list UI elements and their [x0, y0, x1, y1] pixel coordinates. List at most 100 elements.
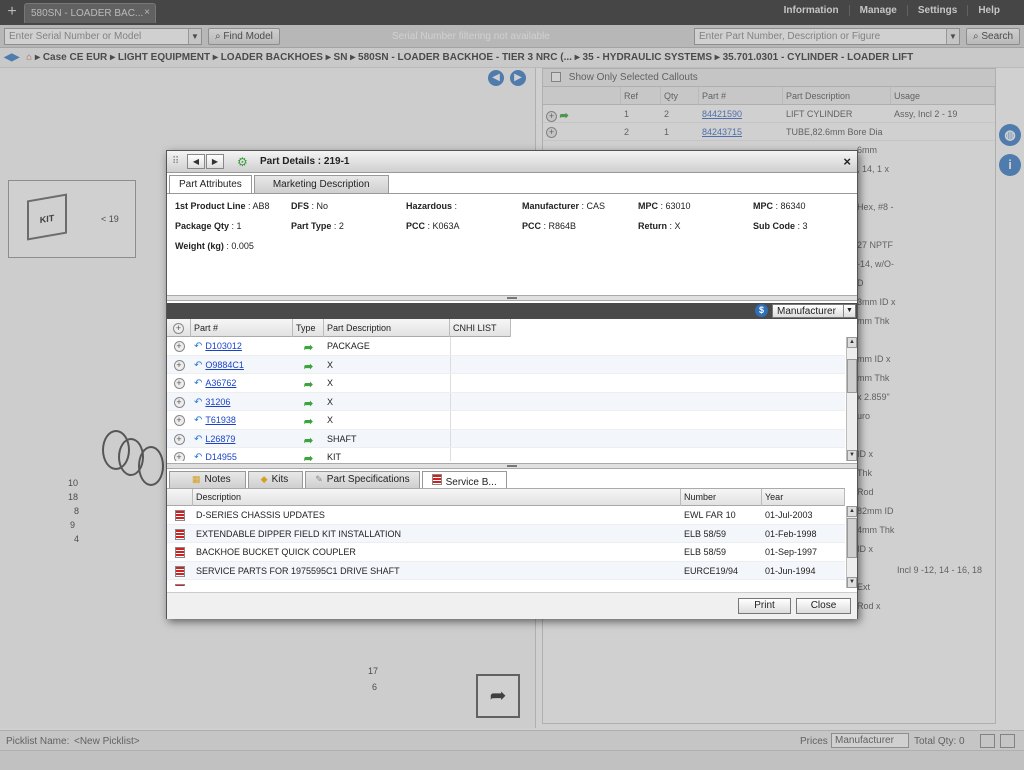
table-row[interactable]: + ↶ 31206 ➦ X: [167, 392, 845, 411]
attribute-label: Part Type: [291, 221, 332, 231]
print-button[interactable]: Print: [738, 598, 791, 614]
row-select[interactable]: +: [167, 356, 191, 374]
col-number[interactable]: Number: [681, 489, 762, 506]
col-type[interactable]: Type: [293, 319, 324, 337]
panel-splitter[interactable]: [167, 295, 857, 301]
close-icon[interactable]: ×: [843, 154, 851, 169]
cell-part-number[interactable]: ↶ T61938: [191, 411, 293, 429]
attribute-item: Package Qty : 1: [175, 221, 242, 231]
row-select[interactable]: +: [167, 448, 191, 461]
col-select[interactable]: +: [167, 319, 191, 337]
next-part-button[interactable]: ▶: [206, 154, 224, 169]
add-icon[interactable]: +: [173, 323, 184, 334]
cell-part-number[interactable]: ↶ D14955: [191, 448, 293, 461]
cell-number: ELB 58/59: [684, 528, 727, 539]
attribute-value: 0.005: [231, 241, 254, 251]
kit-grid-header: + Part # Type Part Description CNHI LIST: [167, 319, 511, 337]
attribute-label: MPC: [638, 201, 658, 211]
table-row[interactable]: BACKHOE BUCKET QUICK COUPLER ELB 58/59 01-…: [167, 543, 845, 562]
panel-splitter[interactable]: [167, 463, 857, 469]
part-link-icon: ↶: [194, 341, 203, 352]
part-link[interactable]: 31206: [205, 397, 230, 407]
cell-part-number[interactable]: ↶ D103012: [191, 337, 293, 355]
close-button[interactable]: Close: [796, 598, 851, 614]
dollar-icon[interactable]: $: [755, 304, 768, 317]
cell-part-number[interactable]: ↶ O9884C1: [191, 356, 293, 374]
attribute-separator: :: [331, 221, 339, 231]
dialog-footer: Print Close: [167, 592, 857, 619]
add-icon[interactable]: +: [173, 359, 185, 371]
attribute-value: X: [674, 221, 681, 231]
manufacturer-select[interactable]: Manufacturer ▼: [772, 304, 856, 318]
tab-marketing-description[interactable]: Marketing Description: [253, 175, 389, 193]
cell-cnhi-list: [450, 448, 845, 461]
splitter-grip-icon[interactable]: [507, 297, 517, 299]
col-description[interactable]: Description: [193, 489, 681, 506]
row-select[interactable]: +: [167, 430, 191, 448]
part-link[interactable]: O9884C1: [205, 360, 244, 370]
attribute-label: PCC: [522, 221, 542, 231]
table-row[interactable]: + ↶ A36762 ➦ X: [167, 374, 845, 393]
table-row[interactable]: + ↶ O9884C1 ➦ X: [167, 355, 845, 374]
drag-handle-icon[interactable]: ⠿: [172, 156, 179, 167]
cell-description: X: [327, 378, 334, 388]
table-row[interactable]: + ↶ L26879 ➦ SHAFT: [167, 429, 845, 448]
part-link[interactable]: D14955: [205, 452, 237, 461]
previous-part-button[interactable]: ◀: [187, 154, 205, 169]
table-row[interactable]: [167, 580, 845, 586]
cell-part-number[interactable]: ↶ 31206: [191, 393, 293, 411]
dialog-title-bar[interactable]: ⠿ ◀ ▶ ⚙ Part Details : 219-1 ×: [167, 151, 857, 173]
splitter-grip-icon[interactable]: [507, 465, 517, 467]
add-icon[interactable]: +: [173, 341, 185, 352]
table-row[interactable]: + ↶ D14955 ➦ KIT: [167, 448, 845, 461]
attribute-separator: :: [667, 221, 675, 231]
attribute-separator: :: [773, 201, 781, 211]
add-icon[interactable]: +: [173, 396, 185, 408]
chevron-down-icon[interactable]: ▼: [843, 305, 855, 317]
tab-notes[interactable]: ▦ Notes: [169, 471, 246, 488]
table-row[interactable]: EXTENDABLE DIPPER FIELD KIT INSTALLATION…: [167, 524, 845, 543]
row-select[interactable]: +: [167, 337, 191, 355]
tab-kits[interactable]: ◆ Kits: [247, 471, 304, 488]
table-row[interactable]: SERVICE PARTS FOR 1975595C1 DRIVE SHAFT E…: [167, 561, 845, 580]
add-icon[interactable]: +: [173, 452, 185, 461]
scroll-up-icon[interactable]: ▲: [847, 506, 857, 517]
table-row[interactable]: + ↶ D103012 ➦ PACKAGE: [167, 337, 845, 356]
add-icon[interactable]: +: [173, 378, 185, 389]
attribute-value: 2: [338, 221, 344, 231]
cell-number: ELB 58/59: [684, 547, 727, 557]
add-icon[interactable]: +: [173, 433, 185, 445]
col-part-number[interactable]: Part #: [191, 319, 293, 337]
part-link[interactable]: D103012: [205, 341, 242, 351]
scroll-thumb[interactable]: [847, 359, 857, 393]
col-cnhi-list[interactable]: CNHI LIST: [450, 319, 511, 337]
row-select[interactable]: +: [167, 374, 191, 392]
table-row[interactable]: D-SERIES CHASSIS UPDATES EWL FAR 10 01-Jul…: [167, 506, 845, 525]
bulletin-icon: [175, 565, 185, 577]
scroll-down-icon[interactable]: ▼: [847, 450, 857, 461]
col-year[interactable]: Year: [762, 489, 845, 506]
cell-part-number[interactable]: ↶ A36762: [191, 374, 293, 392]
add-icon[interactable]: +: [173, 415, 185, 426]
cell-cnhi-list: [450, 392, 845, 410]
cell-cnhi-list: [450, 429, 845, 447]
scroll-up-icon[interactable]: ▲: [847, 337, 857, 348]
bulletin-scrollbar[interactable]: ▲ ▼: [846, 506, 857, 588]
part-details-dialog: ⠿ ◀ ▶ ⚙ Part Details : 219-1 × Part Attr…: [166, 150, 858, 619]
tab-part-specifications[interactable]: ✎ Part Specifications: [305, 471, 420, 488]
row-select[interactable]: +: [167, 393, 191, 411]
row-select[interactable]: +: [167, 411, 191, 429]
tab-service-bulletins[interactable]: Service B...: [421, 471, 507, 488]
kit-grid-scrollbar[interactable]: ▲ ▼: [846, 337, 857, 461]
tab-part-attributes[interactable]: Part Attributes: [169, 175, 252, 193]
part-link[interactable]: L26879: [205, 434, 235, 444]
scroll-thumb[interactable]: [847, 518, 857, 558]
part-link[interactable]: T61938: [205, 415, 236, 425]
attribute-label: DFS: [291, 201, 309, 211]
table-row[interactable]: + ↶ T61938 ➦ X: [167, 411, 845, 430]
scroll-down-icon[interactable]: ▼: [847, 577, 857, 588]
col-icon: [167, 489, 193, 506]
col-part-description[interactable]: Part Description: [324, 319, 450, 337]
cell-part-number[interactable]: ↶ L26879: [191, 430, 293, 448]
part-link[interactable]: A36762: [205, 378, 236, 388]
